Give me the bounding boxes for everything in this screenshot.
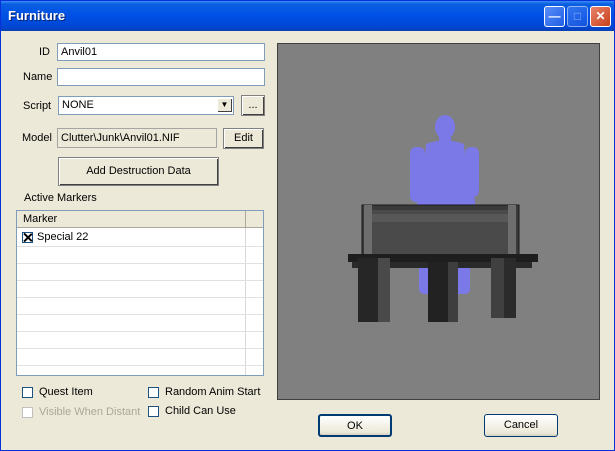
model-label: Model: [22, 132, 52, 144]
active-markers-heading: Active Markers: [24, 192, 97, 204]
quest-item-checkbox[interactable]: [22, 387, 33, 398]
marker-label: Special 22: [37, 231, 89, 243]
ok-button[interactable]: OK: [318, 414, 392, 437]
name-label: Name: [23, 71, 53, 83]
active-markers-list[interactable]: Marker Special 22: [16, 210, 264, 376]
column-divider: [245, 228, 246, 375]
chevron-down-icon[interactable]: ▼: [217, 98, 232, 112]
name-field[interactable]: [57, 68, 265, 86]
row-divider: [17, 263, 263, 264]
close-button[interactable]: ✕: [590, 6, 611, 27]
marker-row-special-22[interactable]: Special 22: [17, 229, 245, 246]
column-header-blank: [245, 211, 263, 228]
quest-item-label: Quest Item: [39, 386, 93, 398]
model-path-field: Clutter\Junk\Anvil01.NIF: [57, 128, 217, 148]
visible-when-distant-checkbox: [22, 407, 33, 418]
minimize-icon: —: [548, 9, 561, 23]
window-title: Furniture: [8, 8, 66, 23]
script-dropdown[interactable]: NONE ▼: [58, 96, 234, 115]
close-icon: ✕: [595, 9, 606, 23]
maximize-icon: □: [573, 9, 582, 23]
id-label: ID: [39, 46, 50, 58]
cancel-label: Cancel: [503, 419, 539, 431]
add-destruction-data-button[interactable]: Add Destruction Data: [58, 157, 219, 186]
anvil-model: [348, 204, 538, 322]
preview-scene: [348, 115, 538, 322]
random-anim-start-checkbox[interactable]: [148, 387, 159, 398]
model-edit-label: Edit: [234, 132, 253, 144]
maximize-button: □: [567, 6, 588, 27]
furniture-dialog: Furniture — □ ✕ ID Anvil01 Name Script N…: [0, 0, 615, 451]
visible-when-distant-label: Visible When Distant: [39, 406, 141, 418]
id-field[interactable]: Anvil01: [57, 43, 265, 61]
script-browse-button[interactable]: ...: [241, 95, 265, 116]
model-preview-viewport[interactable]: [277, 43, 600, 400]
random-anim-start-label: Random Anim Start: [165, 386, 261, 398]
row-divider: [17, 297, 263, 298]
row-divider: [17, 246, 263, 247]
script-label: Script: [23, 100, 52, 112]
column-header-marker[interactable]: Marker: [17, 211, 245, 228]
marker-checkbox[interactable]: [22, 232, 33, 243]
row-divider: [17, 314, 263, 315]
title-bar[interactable]: Furniture — □ ✕: [1, 1, 614, 31]
model-edit-button[interactable]: Edit: [223, 128, 264, 149]
minimize-button[interactable]: —: [544, 6, 565, 27]
cancel-button[interactable]: Cancel: [484, 414, 558, 437]
row-divider: [17, 280, 263, 281]
add-destruction-data-label: Add Destruction Data: [86, 165, 191, 177]
ok-label: OK: [347, 420, 363, 432]
child-can-use-label: Child Can Use: [165, 405, 236, 417]
script-dropdown-value: NONE: [62, 99, 94, 111]
row-divider: [17, 365, 263, 366]
row-divider: [17, 331, 263, 332]
child-can-use-checkbox[interactable]: [148, 406, 159, 417]
row-divider: [17, 348, 263, 349]
script-browse-label: ...: [248, 99, 258, 111]
